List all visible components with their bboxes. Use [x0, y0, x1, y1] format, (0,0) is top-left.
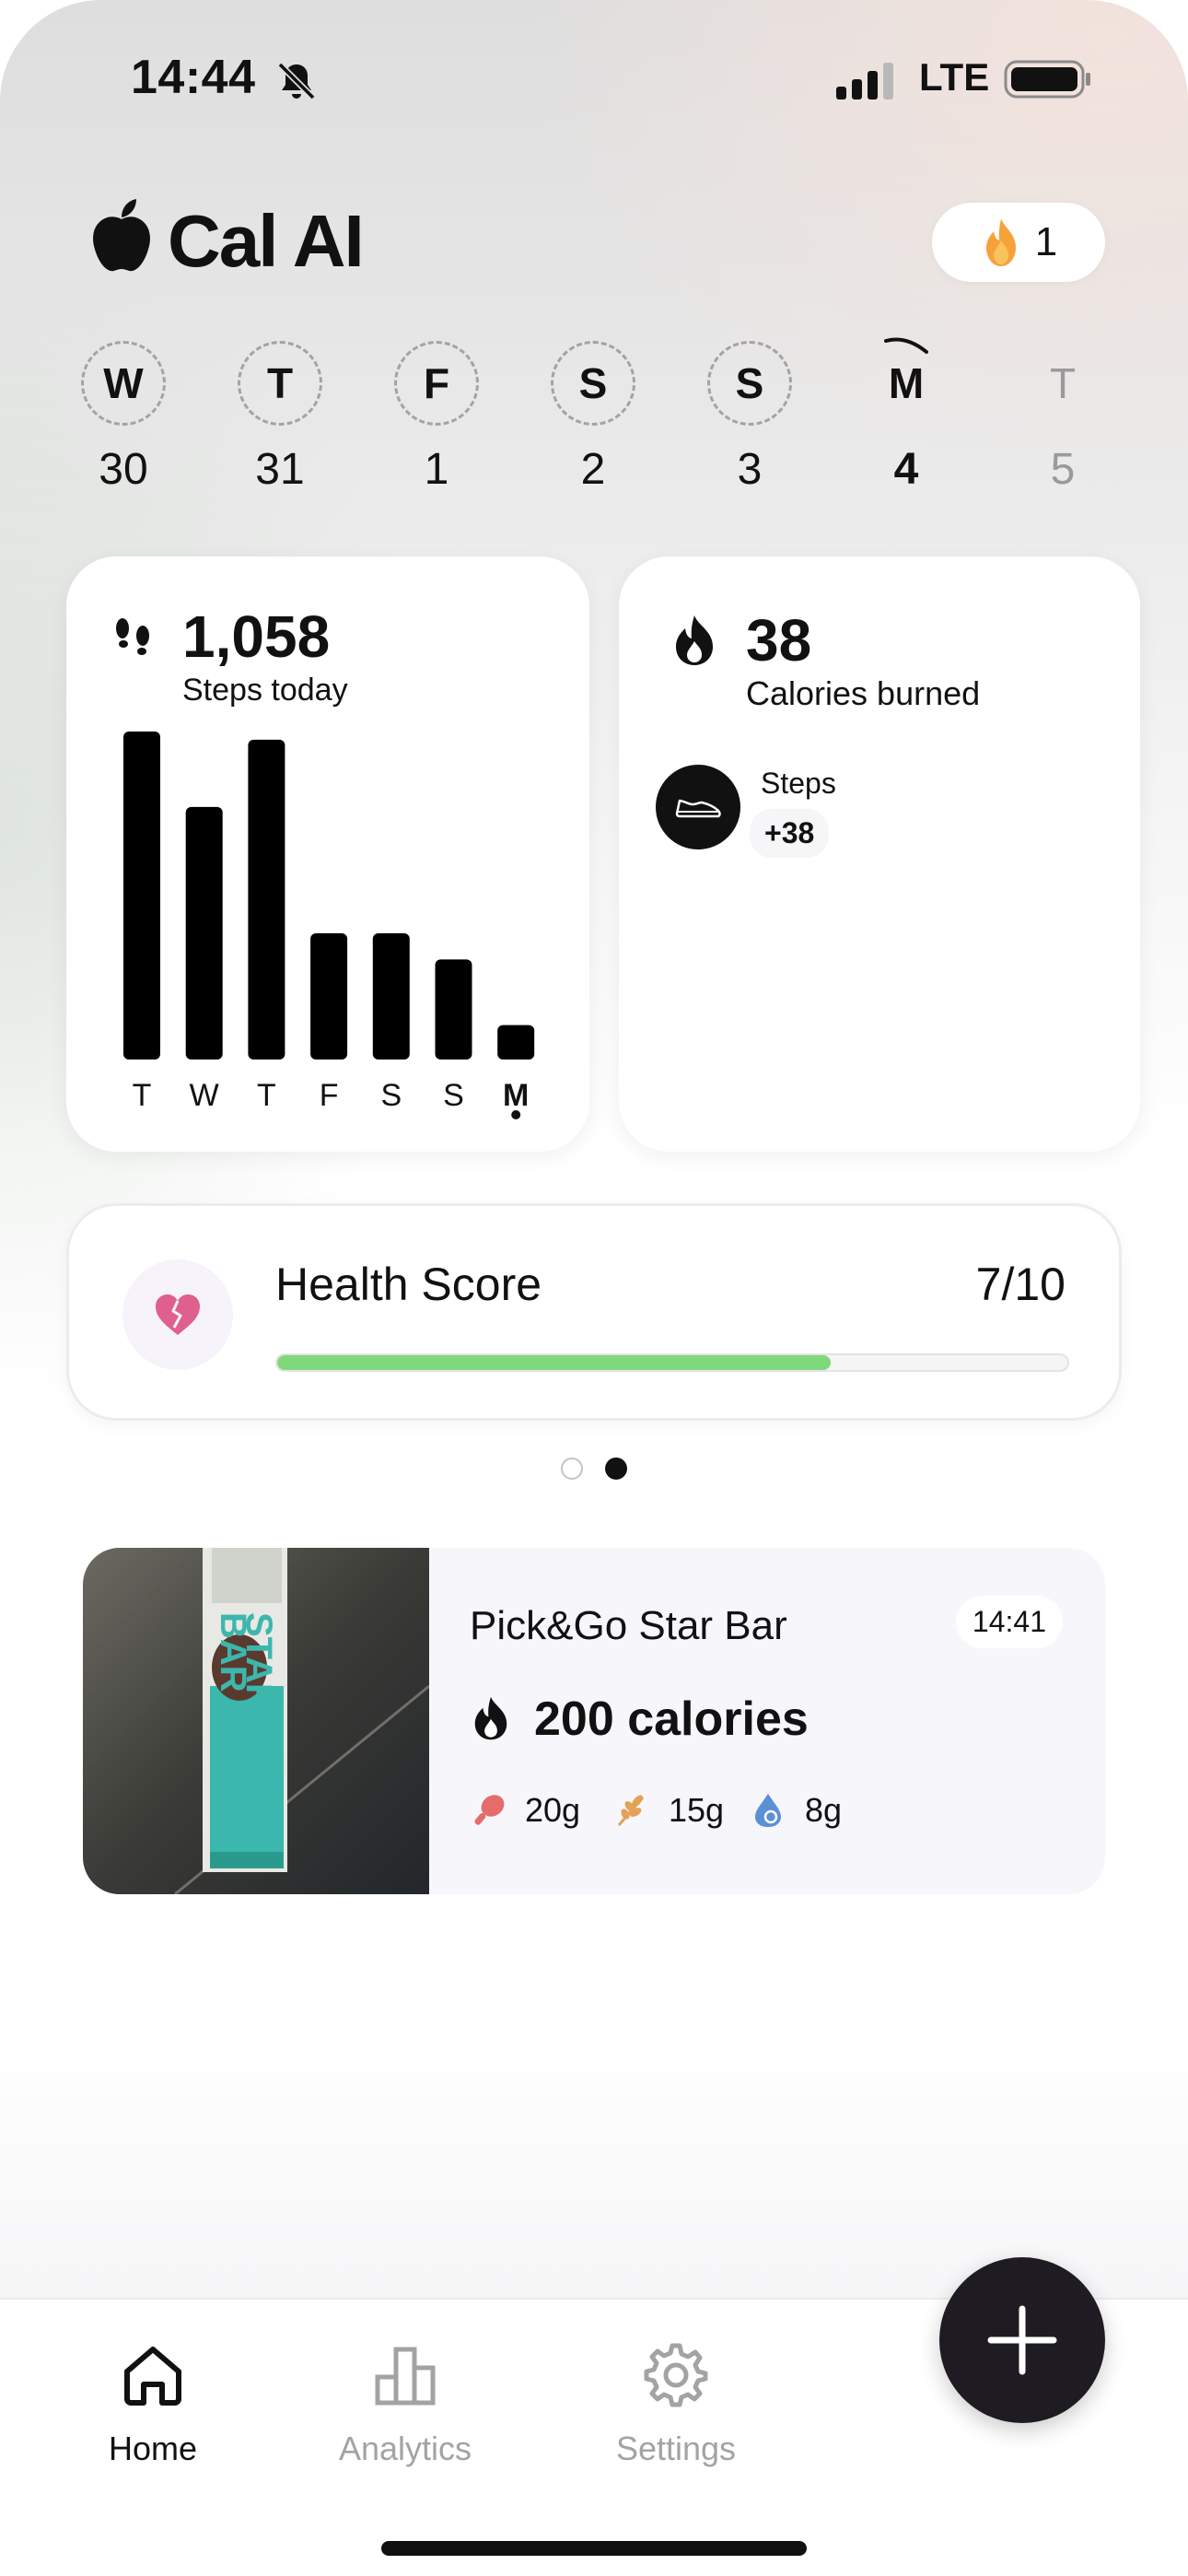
- day-date: 3: [737, 445, 763, 494]
- health-score-card[interactable]: Health Score 7/10: [66, 1203, 1122, 1421]
- health-score-fill: [277, 1355, 831, 1370]
- day-letter: W: [81, 341, 166, 426]
- day-m-4-today[interactable]: M 4: [862, 337, 950, 495]
- macro-fat-value: 8g: [805, 1791, 843, 1829]
- streak-count: 1: [1034, 219, 1058, 264]
- day-w-30[interactable]: W 30: [79, 341, 168, 495]
- home-indicator: [381, 2541, 807, 2556]
- macro-carbs-value: 15g: [669, 1791, 725, 1829]
- steps-bar-label: W: [190, 1078, 219, 1113]
- day-t-5[interactable]: T 5: [1019, 341, 1107, 495]
- battery-icon: [1004, 60, 1090, 99]
- steps-bar-chart: TWTFSSM: [123, 732, 535, 1119]
- nav-analytics-label: Analytics: [338, 2430, 472, 2467]
- day-letter: T: [238, 341, 322, 426]
- fat-drop-icon: [755, 1794, 781, 1827]
- gear-icon: [644, 2343, 708, 2407]
- app-title: Cal AI: [168, 200, 365, 282]
- health-score-title: Health Score: [275, 1259, 542, 1310]
- status-time: 14:44: [131, 51, 256, 104]
- day-letter: T: [1049, 359, 1077, 407]
- svg-text:BAR: BAR: [213, 1612, 253, 1692]
- day-t-31[interactable]: T 31: [236, 341, 324, 495]
- flame-outline-icon: [474, 1696, 507, 1740]
- health-score-bar: [275, 1353, 1069, 1372]
- day-date: 31: [255, 445, 305, 494]
- network-type: LTE: [919, 55, 990, 99]
- macro-fat: 8g: [750, 1791, 842, 1830]
- steps-bar: [185, 806, 223, 1060]
- today-dot: [511, 1110, 521, 1119]
- day-f-1[interactable]: F 1: [392, 341, 481, 495]
- steps-bar-label: S: [380, 1078, 402, 1113]
- steps-bar-label: T: [133, 1078, 152, 1113]
- health-score-value: 7/10: [975, 1259, 1066, 1310]
- flame-icon: [985, 218, 1016, 266]
- steps-card[interactable]: 1,058 Steps today TWTFSSM: [66, 556, 589, 1152]
- steps-bar-label: S: [443, 1078, 464, 1113]
- pager-dot-1[interactable]: [561, 1458, 583, 1480]
- nav-analytics[interactable]: Analytics: [304, 2340, 507, 2468]
- broken-heart-badge: [122, 1259, 233, 1370]
- food-log-item[interactable]: STAR BAR Pick&Go Star Bar 14:41 200 calo…: [83, 1548, 1105, 1894]
- protein-drumstick-icon: [474, 1795, 505, 1825]
- day-letter: S: [551, 341, 635, 426]
- food-name: Pick&Go Star Bar: [470, 1603, 787, 1648]
- streak-badge[interactable]: 1: [932, 203, 1105, 282]
- steps-bar: [435, 959, 472, 1060]
- steps-bar: [310, 932, 348, 1060]
- day-s-2[interactable]: S 2: [549, 341, 637, 495]
- steps-bar: [123, 732, 160, 1060]
- steps-bar-label: F: [320, 1078, 339, 1113]
- signal-bars-icon: [836, 63, 893, 100]
- today-indicator: [884, 337, 928, 354]
- bar-chart-icon: [375, 2347, 436, 2406]
- burn-source-value: +38: [750, 809, 830, 858]
- nav-home-label: Home: [108, 2430, 198, 2467]
- day-date: 5: [1050, 445, 1076, 494]
- calories-burned-card[interactable]: 38 Calories burned Steps +38: [619, 556, 1140, 1152]
- day-date: 30: [99, 445, 148, 494]
- app-screen: 14:44 LTE Cal AI 1 W 30 T 31 F 1 S 2 S 3…: [0, 0, 1188, 2576]
- steps-bar: [248, 739, 285, 1060]
- burn-source-label: Steps: [761, 767, 836, 800]
- day-date: 4: [893, 445, 919, 494]
- carbs-wheat-icon: [617, 1795, 645, 1826]
- food-time: 14:41: [955, 1596, 1063, 1648]
- pager-dot-2-active[interactable]: [605, 1458, 627, 1480]
- steps-bar: [372, 932, 410, 1060]
- calories-burned-label: Calories burned: [746, 674, 981, 712]
- nav-settings-label: Settings: [615, 2430, 737, 2467]
- day-letter: S: [707, 341, 792, 426]
- bell-slash-icon: [277, 62, 316, 100]
- nav-home[interactable]: Home: [52, 2340, 254, 2468]
- plus-icon: [987, 2305, 1057, 2375]
- macro-protein-value: 20g: [525, 1791, 581, 1829]
- apple-icon: [93, 199, 150, 272]
- macro-carbs: 15g: [613, 1791, 724, 1830]
- day-letter: F: [394, 341, 479, 426]
- day-s-3[interactable]: S 3: [705, 341, 794, 495]
- broken-heart-icon: [156, 1294, 200, 1335]
- food-photo: STAR BAR: [83, 1548, 429, 1894]
- steps-bar-label: T: [257, 1078, 276, 1113]
- nav-settings[interactable]: Settings: [575, 2340, 777, 2468]
- steps-bar-label: M: [503, 1078, 529, 1113]
- day-date: 1: [424, 445, 449, 494]
- home-icon: [124, 2347, 181, 2406]
- shoe-icon: [675, 799, 721, 818]
- macro-protein: 20g: [470, 1791, 580, 1830]
- shoe-icon-badge: [656, 765, 740, 849]
- steps-bar: [497, 1025, 535, 1060]
- food-calories: 200 calories: [534, 1692, 809, 1746]
- flame-outline-icon: [676, 615, 713, 665]
- add-entry-button[interactable]: [939, 2257, 1105, 2423]
- day-date: 2: [580, 445, 606, 494]
- calories-burned-value: 38: [746, 607, 812, 673]
